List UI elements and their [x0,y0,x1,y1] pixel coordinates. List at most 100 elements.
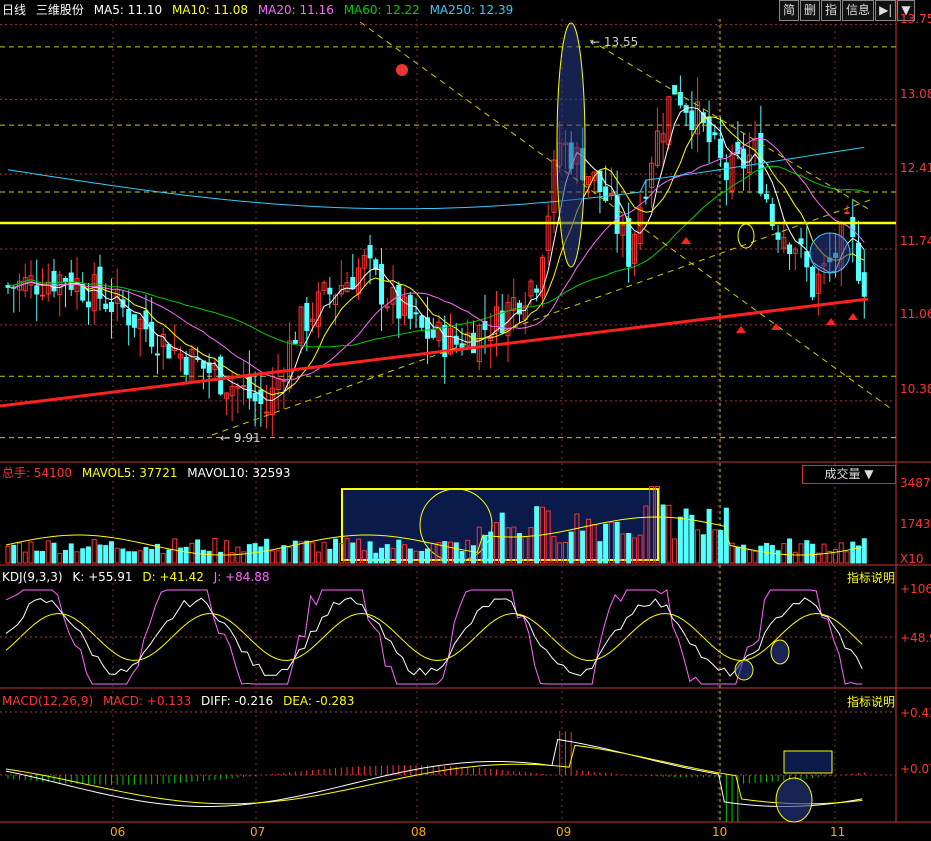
candle [327,287,333,295]
candle [183,356,189,375]
candle [603,186,609,201]
candle [741,148,747,169]
volume-bar [580,530,586,564]
macd-header: MACD(12,26,9) MACD: +0.133 DIFF: -0.216 … [2,692,360,710]
candle [367,245,373,259]
volume-bar [62,549,68,564]
background [0,0,931,841]
candle [166,344,172,359]
macd-highlight-box [783,750,833,774]
volume-bar [700,534,706,564]
price-tick: 12.41 [900,161,931,175]
toolbar: 简 删 指 信息 ▶| ▼ [778,0,915,21]
volume-bar [120,548,126,564]
volume-bar [442,541,448,564]
candle [810,266,816,298]
volume-bar [183,546,189,564]
info-button[interactable]: 信息 [842,0,875,21]
volume-bar [396,539,402,564]
candle [62,277,68,283]
stock-name: 三维股份 [35,3,84,17]
volume-bar [810,543,816,564]
mavol10-label: MAVOL10: 32593 [187,466,291,480]
volume-bar [683,508,689,564]
volume-bar [660,504,666,564]
volume-bar [861,538,867,564]
volume-bar [787,538,793,564]
volume-bar [143,546,149,564]
candle [103,303,109,309]
kdj-d: D: +41.42 [142,570,204,584]
kdj-header: KDJ(9,3,3) K: +55.91 D: +41.42 J: +84.88 [2,568,276,586]
candle [499,310,505,334]
candle [34,285,40,295]
candle [281,379,287,382]
volume-tick: 34878 [900,476,931,490]
candle [241,385,247,388]
volume-bar [258,546,264,564]
indicator-button[interactable]: 指 [821,0,842,21]
volume-bar [568,531,574,564]
volume-bar [488,531,494,564]
volume-bar [304,540,310,564]
macd-title: MACD(12,26,9) [2,694,94,708]
kdj-k: K: +55.91 [72,570,133,584]
price-tick: 13.08 [900,87,931,101]
highlight-circle [809,232,851,274]
volume-bar [482,535,488,564]
macd-explain-link[interactable]: 指标说明 [847,693,895,710]
volume-bar [218,551,224,564]
volume-bar [689,514,695,564]
volume-bar [453,542,459,564]
volume-bar [68,543,74,564]
play-icon[interactable]: ▶| [875,0,897,21]
stock-chart[interactable] [0,0,931,841]
volume-bar [11,544,17,564]
volume-bar [597,541,603,564]
volume-bar [470,545,477,564]
candle [85,301,91,308]
low-value: 9.91 [233,431,261,445]
candle [292,339,298,344]
candle [195,358,201,361]
volume-bar [80,548,86,564]
volume-bar [126,551,132,564]
volume-bar [407,548,413,564]
ma10-label: MA10: 11.08 [171,3,248,17]
period-label: 日线 [2,3,27,17]
price-header: 日线 三维股份 MA5: 11.10 MA10: 11.08 MA20: 11.… [2,1,519,19]
month-label: 07 [250,825,266,839]
ma60-label: MA60: 12.22 [343,3,420,17]
kdj-j: J: +84.88 [213,570,270,584]
kdj-explain-link[interactable]: 指标说明 [847,569,895,586]
candle [131,314,137,328]
candle [350,277,356,290]
volume-selector[interactable]: 成交量 ▼ [802,465,896,484]
candle [844,211,850,214]
volume-tick: X10 [900,552,924,566]
delete-button[interactable]: 删 [800,0,821,21]
macd-circle [775,777,813,823]
simple-button[interactable]: 简 [779,0,800,21]
highlight-ellipse [556,22,586,268]
volume-bar [85,546,91,564]
candle [68,272,74,290]
volume-bar [614,521,620,564]
price-tick: 10.38 [900,382,931,396]
kdj-title: KDJ(9,3,3) [2,570,63,584]
candle [126,309,132,326]
volume-bar [804,540,810,564]
candle [856,242,862,281]
candle [419,315,425,328]
volume-bar [850,541,856,564]
mavol5-label: MAVOL5: 37721 [81,466,178,480]
pin-icon [396,64,408,76]
volume-bar [706,508,712,564]
volume-tick: 17439 [900,517,931,531]
month-label: 06 [110,825,126,839]
volume-total: 总手: 54100 [2,466,73,480]
kdj-circle [770,639,790,665]
macd-dea: DEA: -0.283 [283,694,355,708]
month-label: 09 [556,825,572,839]
price-tick: 13.75 [900,12,931,26]
